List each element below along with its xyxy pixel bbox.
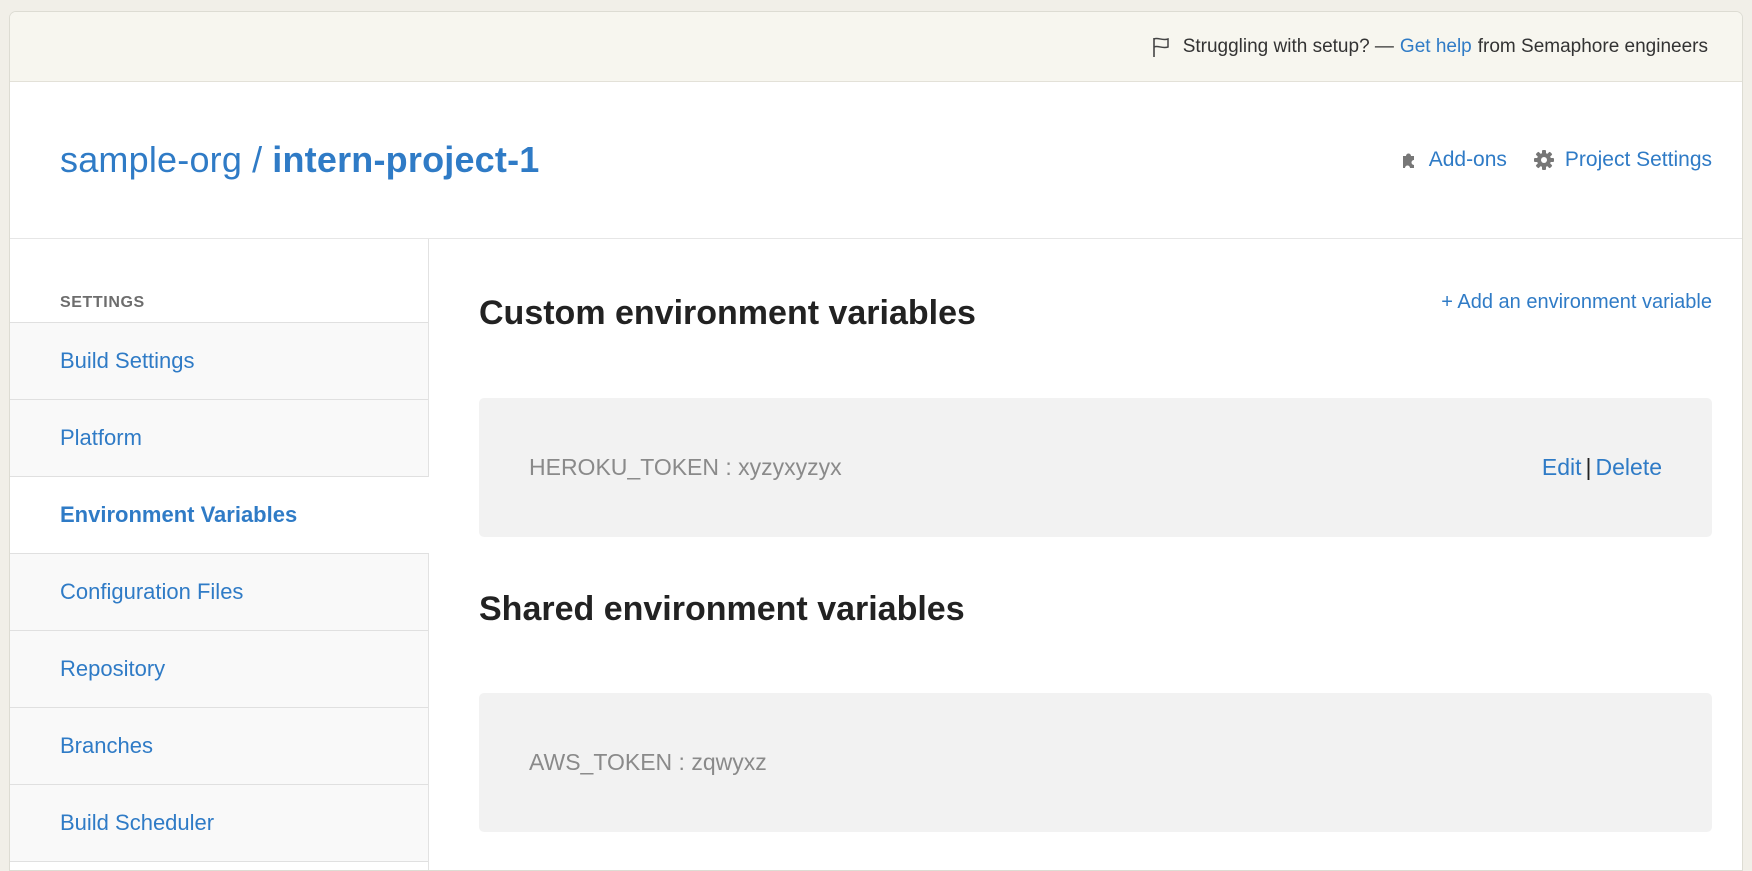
custom-env-title: Custom environment variables bbox=[479, 294, 976, 332]
get-help-link[interactable]: Get help bbox=[1400, 36, 1472, 58]
delete-variable-link[interactable]: Delete bbox=[1596, 454, 1662, 480]
puzzle-icon bbox=[1402, 153, 1414, 168]
custom-env-variable-row: HEROKU_TOKEN : xyzyxyzyx Edit | Delete bbox=[479, 398, 1712, 537]
variable-actions: Edit | Delete bbox=[1542, 454, 1662, 481]
addons-label: Add-ons bbox=[1428, 148, 1507, 171]
sidebar-item-repository[interactable]: Repository bbox=[10, 631, 428, 708]
sidebar-item-build-scheduler[interactable]: Build Scheduler bbox=[10, 785, 428, 862]
add-env-variable-link[interactable]: + Add an environment variable bbox=[1441, 291, 1712, 314]
org-link[interactable]: sample-org bbox=[60, 139, 242, 180]
sidebar-item-platform[interactable]: Platform bbox=[10, 400, 428, 477]
app-window: Struggling with setup? — Get help from S… bbox=[9, 11, 1743, 871]
sidebar-item-build-settings[interactable]: Build Settings bbox=[10, 323, 428, 400]
edit-variable-link[interactable]: Edit bbox=[1542, 454, 1582, 480]
help-bar: Struggling with setup? — Get help from S… bbox=[10, 12, 1742, 82]
sidebar-heading: SETTINGS bbox=[10, 239, 428, 323]
custom-section-header: Custom environment variables + Add an en… bbox=[479, 239, 1712, 333]
project-settings-link[interactable]: Project Settings bbox=[1533, 148, 1712, 172]
project-link[interactable]: intern-project-1 bbox=[272, 139, 539, 180]
env-vars-panel: Custom environment variables + Add an en… bbox=[429, 239, 1742, 870]
project-nav: Add-ons Project Settings bbox=[1373, 148, 1712, 172]
custom-env-variable: HEROKU_TOKEN : xyzyxyzyx bbox=[529, 454, 842, 480]
addons-link[interactable]: Add-ons bbox=[1399, 148, 1507, 172]
sidebar-item-environment-variables[interactable]: Environment Variables bbox=[10, 477, 429, 554]
flag-icon bbox=[1152, 37, 1169, 57]
breadcrumb-separator: / bbox=[252, 139, 263, 180]
sidebar-item-branches[interactable]: Branches bbox=[10, 708, 428, 785]
settings-content: SETTINGS Build Settings Platform Environ… bbox=[10, 239, 1742, 870]
actions-divider: | bbox=[1585, 454, 1592, 480]
project-settings-label: Project Settings bbox=[1564, 148, 1712, 171]
shared-env-variable-row: AWS_TOKEN : zqwyxz bbox=[479, 693, 1712, 832]
sidebar-item-configuration-files[interactable]: Configuration Files bbox=[10, 554, 428, 631]
project-header: sample-org / intern-project-1 Add-ons Pr… bbox=[10, 82, 1742, 239]
shared-env-variable: AWS_TOKEN : zqwyxz bbox=[529, 749, 767, 775]
breadcrumb: sample-org / intern-project-1 bbox=[60, 139, 540, 181]
help-prefix: Struggling with setup? — bbox=[1182, 35, 1394, 57]
shared-env-title: Shared environment variables bbox=[479, 590, 965, 628]
gear-icon bbox=[1533, 150, 1554, 170]
settings-sidebar: SETTINGS Build Settings Platform Environ… bbox=[10, 239, 429, 870]
help-suffix: from Semaphore engineers bbox=[1477, 35, 1708, 57]
